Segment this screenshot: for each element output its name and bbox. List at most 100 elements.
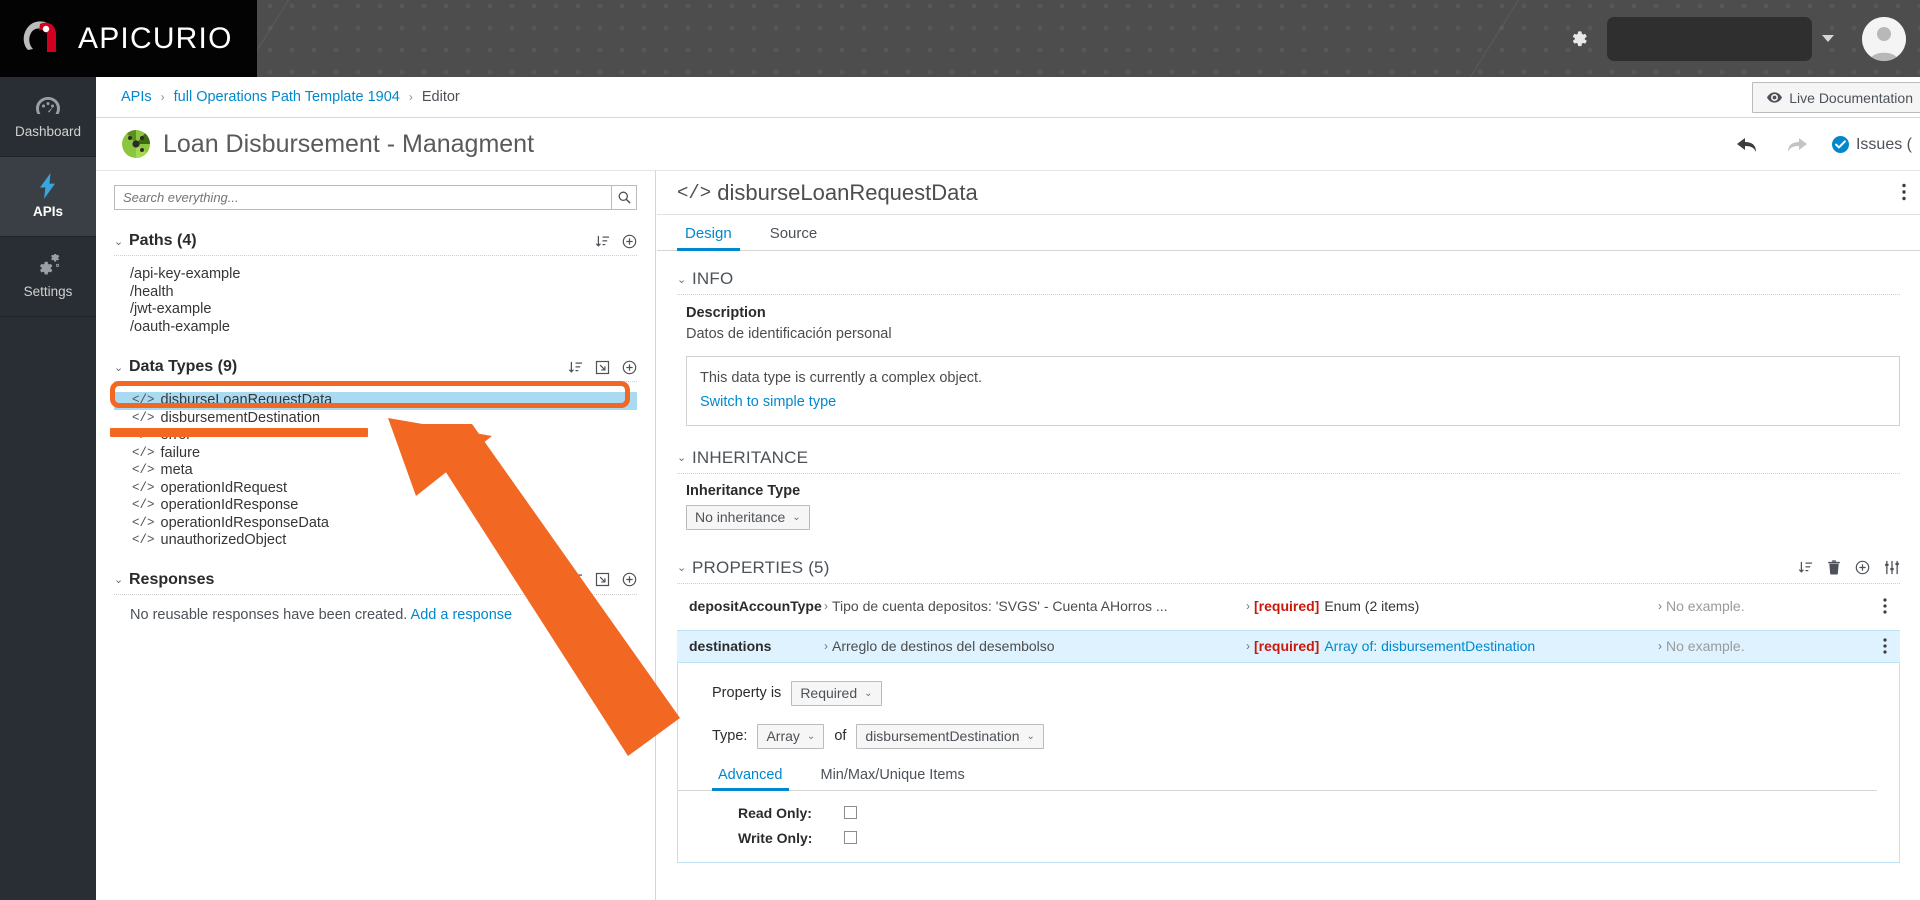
responses-empty-state: No reusable responses have been created.… — [114, 598, 637, 623]
property-is-select[interactable]: Required ⌄ — [791, 680, 882, 706]
property-is-value: Required — [800, 685, 858, 701]
code-tag-icon: </> — [132, 498, 155, 512]
list-item[interactable]: /api-key-example — [114, 266, 637, 284]
trash-icon[interactable] — [1827, 560, 1841, 575]
inheritance-type-select[interactable]: No inheritance ⌄ — [686, 504, 810, 530]
property-description-text: Tipo de cuenta depositos: 'SVGS' - Cuent… — [832, 598, 1168, 614]
sort-icon[interactable] — [568, 572, 583, 587]
property-type-link[interactable]: Array of: disbursementDestination — [1324, 638, 1535, 654]
list-item[interactable]: /health — [114, 284, 637, 302]
chevron-down-icon[interactable]: ⌄ — [114, 573, 124, 586]
switch-to-simple-type-link[interactable]: Switch to simple type — [700, 392, 1886, 414]
table-row-destinations[interactable]: destinations › Arreglo de destinos del d… — [677, 629, 1900, 663]
chevron-down-icon[interactable]: ⌄ — [114, 361, 124, 374]
list-item-disburseloanrequestdata[interactable]: </> disburseLoanRequestData — [114, 392, 637, 410]
brand-logo-area[interactable]: APICURIO — [0, 0, 257, 77]
array-of-select[interactable]: disbursementDestination ⌄ — [856, 723, 1044, 749]
kebab-menu-icon[interactable] — [1870, 638, 1900, 654]
data-type-header: </> disburseLoanRequestData — [657, 171, 1920, 215]
code-tag-icon: </> — [132, 393, 155, 407]
type-value: Array — [766, 728, 800, 744]
sidebar-item-settings[interactable]: Settings — [0, 237, 96, 317]
breadcrumb-item-apis[interactable]: APIs — [121, 89, 152, 105]
tab-label: Design — [685, 225, 732, 242]
search-input[interactable] — [114, 185, 611, 210]
read-only-checkbox[interactable] — [844, 806, 857, 819]
chevron-right-icon: › — [1658, 639, 1662, 653]
description-value[interactable]: Datos de identificación personal — [686, 326, 1900, 342]
section-label: PROPERTIES (5) — [692, 557, 830, 577]
editor-right-panel: </> disburseLoanRequestData Design Sourc… — [657, 171, 1920, 900]
section-info: ⌄ INFO Description Datos de identificaci… — [677, 269, 1900, 426]
issues-badge[interactable]: Issues ( — [1831, 136, 1912, 154]
import-icon[interactable] — [595, 572, 610, 587]
list-item[interactable]: </> failure — [114, 445, 637, 463]
undo-arrow-icon[interactable] — [1736, 135, 1760, 155]
add-response-link[interactable]: Add a response — [411, 607, 513, 623]
property-name: depositAccounType — [689, 598, 822, 614]
complex-object-text: This data type is currently a complex ob… — [700, 370, 983, 386]
chevron-down-icon: ⌄ — [1026, 730, 1035, 742]
type-select[interactable]: Array ⌄ — [757, 723, 825, 749]
path-label: /health — [130, 283, 174, 300]
path-label: /oauth-example — [130, 318, 230, 335]
user-menu[interactable] — [1607, 16, 1906, 61]
breadcrumb-item-api-name[interactable]: full Operations Path Template 1904 — [174, 89, 400, 105]
sidebar-item-label: APIs — [32, 204, 63, 220]
add-circle-icon[interactable] — [1855, 560, 1870, 575]
path-label: /api-key-example — [130, 266, 241, 282]
list-item[interactable]: </> operationIdRequest — [114, 480, 637, 498]
breadcrumb-separator: › — [408, 90, 413, 104]
write-only-checkbox[interactable] — [844, 831, 857, 844]
sort-icon[interactable] — [595, 234, 610, 249]
add-circle-icon[interactable] — [622, 234, 637, 249]
topbar-right-actions — [1559, 0, 1920, 77]
redo-arrow-icon[interactable] — [1784, 135, 1808, 155]
tab-label: Advanced — [718, 766, 783, 783]
chevron-down-icon[interactable]: ⌄ — [677, 273, 687, 286]
live-documentation-button[interactable]: Live Documentation — [1752, 82, 1920, 113]
kebab-menu-icon[interactable] — [1870, 598, 1900, 614]
list-item[interactable]: </> error — [114, 427, 637, 445]
sidebar-item-dashboard[interactable]: Dashboard — [0, 77, 96, 157]
list-item[interactable]: </> operationIdResponseData — [114, 515, 637, 533]
tab-minmax-unique-items[interactable]: Min/Max/Unique Items — [815, 767, 971, 790]
add-circle-icon[interactable] — [622, 360, 637, 375]
property-type[interactable]: › [required] Array of: disbursementDesti… — [1246, 638, 1658, 654]
import-icon[interactable] — [595, 360, 610, 375]
data-type-label: operationIdResponse — [160, 497, 299, 513]
chevron-down-icon[interactable] — [1822, 35, 1834, 42]
search-icon[interactable] — [611, 185, 637, 210]
list-item[interactable]: </> operationIdResponse — [114, 497, 637, 515]
list-item-disbursementdestination[interactable]: </> disbursementDestination — [114, 410, 637, 428]
table-row[interactable]: depositAccounType › Tipo de cuenta depos… — [677, 590, 1900, 623]
sort-icon[interactable] — [568, 360, 583, 375]
property-is-label: Property is — [712, 685, 782, 701]
chevron-down-icon: ⌄ — [792, 511, 801, 523]
avatar[interactable] — [1862, 16, 1906, 61]
add-circle-icon[interactable] — [622, 572, 637, 587]
data-type-label: failure — [160, 444, 201, 461]
section-tools — [595, 234, 637, 249]
kebab-menu-icon[interactable] — [1902, 183, 1906, 201]
list-item[interactable]: </> unauthorizedObject — [114, 532, 637, 550]
list-item[interactable]: /oauth-example — [114, 319, 637, 337]
tab-design[interactable]: Design — [677, 225, 740, 251]
list-item[interactable]: </> meta — [114, 462, 637, 480]
inheritance-type-value: No inheritance — [695, 509, 786, 525]
info-body: Description Datos de identificación pers… — [677, 295, 1900, 426]
tab-source[interactable]: Source — [762, 225, 826, 250]
chevron-down-icon: ⌄ — [806, 730, 816, 742]
code-tag-icon: </> — [132, 463, 155, 477]
chevron-down-icon[interactable]: ⌄ — [677, 561, 687, 574]
data-type-label: disburseLoanRequestData — [160, 392, 333, 408]
tab-advanced[interactable]: Advanced — [712, 766, 789, 791]
sliders-icon[interactable] — [1884, 560, 1900, 575]
list-item[interactable]: /jwt-example — [114, 301, 637, 319]
gear-icon[interactable] — [1559, 19, 1599, 59]
sidebar-item-apis[interactable]: APIs — [0, 157, 96, 237]
chevron-down-icon[interactable]: ⌄ — [677, 451, 687, 464]
responses-empty-text: No reusable responses have been created. — [130, 606, 408, 623]
sort-icon[interactable] — [1798, 560, 1813, 575]
chevron-down-icon[interactable]: ⌄ — [114, 235, 124, 248]
